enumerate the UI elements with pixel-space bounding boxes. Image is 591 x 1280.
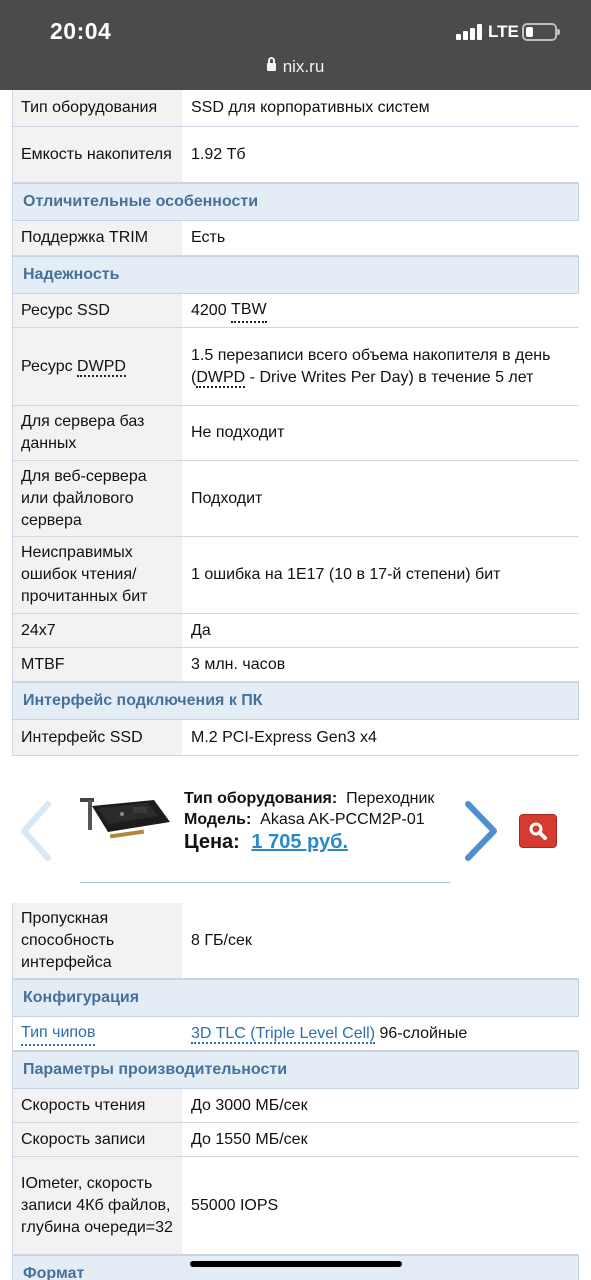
spec-value: 55000 IOPS [191,1196,279,1214]
spec-label: 24x7 [13,614,183,647]
spec-value: 1.5 перезаписи всего объема накопителя в… [183,328,579,405]
model-value: Akasa AK-PCCM2P-01 [260,811,425,828]
search-button[interactable] [519,814,557,848]
status-time: 20:04 [50,18,112,44]
spec-label: Пропускная способность интерфейса [13,903,183,978]
spec-value: M.2 PCI-Express Gen3 x4 [191,728,377,746]
type-value: Переходник [346,790,435,807]
spec-value: 1 ошибка на 1E17 (10 в 17-й степени) бит [191,566,501,583]
url-text: nix.ru [282,57,325,76]
url-bar[interactable]: nix.ru [0,57,591,77]
home-indicator[interactable] [190,1261,402,1267]
product-image[interactable] [78,792,174,840]
section-header-interface: Интерфейс подключения к ПК [13,682,579,720]
table-row: Для веб-сервера или файлового сервера По… [13,461,579,537]
table-row: Пропускная способность интерфейса 8 ГБ/с… [13,903,579,979]
spec-table: Тип оборудования SSD для корпоративных с… [12,90,579,1280]
price-label: Цена: [184,831,240,853]
spec-value: 3D TLC (Triple Level Cell) 96-слойные [183,1017,579,1050]
spec-value: До 1550 МБ/сек [191,1130,308,1148]
value-text: 4200 [191,301,232,319]
battery-icon [522,23,560,41]
type-label: Тип оборудования: [184,790,338,807]
table-row: MTBF 3 млн. часов [13,648,579,682]
table-row: 24x7 Да [13,614,579,648]
spec-value: 4200 TBW [183,294,579,327]
spec-value: 8 ГБ/сек [191,931,252,949]
table-row: Для сервера баз данных Не подходит [13,406,579,461]
lock-icon [266,57,276,71]
spec-value: 3 млн. часов [191,655,286,673]
value-text: - Drive Writes Per Day) в течение 5 лет [245,368,534,386]
spec-label: MTBF [13,648,183,681]
spec-label: Емкость накопителя [13,127,183,182]
value-text: 96-слойные [375,1024,468,1042]
section-header-config: Конфигурация [13,979,579,1017]
chip-type-link[interactable]: Тип чипов [21,1022,96,1046]
network-type: LTE [488,22,519,41]
table-row: Ресурс SSD 4200 TBW [13,294,579,328]
dwpd-term[interactable]: DWPD [77,357,126,377]
spec-label: Интерфейс SSD [13,720,183,755]
price-link[interactable]: 1 705 руб. [251,831,348,853]
product-info: Тип оборудования: Переходник Модель: Aka… [184,788,459,853]
section-header-reliability: Надежность [13,256,579,294]
tbw-term[interactable]: TBW [231,299,267,323]
spec-value: Есть [191,229,226,246]
table-row: Интерфейс SSD M.2 PCI-Express Gen3 x4 [13,720,579,756]
spec-value: Подходит [191,489,263,507]
spec-label: Скорость записи [13,1123,183,1156]
spec-value: SSD для корпоративных систем [191,99,430,116]
spec-label: Ресурс SSD [13,294,183,327]
chevron-right-icon[interactable] [462,800,500,862]
spec-value: Не подходит [191,424,285,441]
spec-value: 1.92 Тб [191,145,246,163]
table-row: Поддержка TRIM Есть [13,221,579,256]
table-row: IOmeter, скорость записи 4Кб файлов, глу… [13,1157,579,1255]
spec-label: Для сервера баз данных [13,406,183,460]
product-carousel: Тип оборудования: Переходник Модель: Aka… [0,756,591,903]
table-row: Скорость записи До 1550 МБ/сек [13,1123,579,1157]
table-row: Емкость накопителя 1.92 Тб [13,127,579,183]
section-header-format: Формат [13,1255,579,1280]
table-row: Ресурс DWPD 1.5 перезаписи всего объема … [13,328,579,406]
spec-label: Тип оборудования [13,90,183,126]
browser-top-bar: 20:04 LTE nix.ru [0,0,591,90]
spec-label: Скорость чтения [13,1089,183,1122]
table-row: Тип оборудования SSD для корпоративных с… [13,90,579,127]
section-header-performance: Параметры производительности [13,1051,579,1089]
cellular-signal-icon [456,24,482,40]
dwpd-term[interactable]: DWPD [196,368,246,388]
spec-label: Ресурс DWPD [13,328,183,405]
tlc-link[interactable]: 3D TLC (Triple Level Cell) [191,1024,376,1044]
spec-label: IOmeter, скорость записи 4Кб файлов, глу… [13,1157,183,1254]
label-text: Ресурс [21,357,78,375]
table-row: Неисправимых ошибок чтения/ прочитанных … [13,537,579,614]
spec-label: Поддержка TRIM [13,221,183,255]
table-row: Тип чипов 3D TLC (Triple Level Cell) 96-… [13,1017,579,1051]
spec-label: Для веб-сервера или файлового сервера [13,461,183,536]
spec-label: Тип чипов [13,1017,183,1050]
model-label: Модель: [184,811,252,828]
spec-value: До 3000 МБ/сек [191,1096,308,1114]
spec-value: Да [191,621,211,639]
chevron-left-icon[interactable] [18,800,52,862]
magnifier-icon [529,822,547,840]
table-row: Скорость чтения До 3000 МБ/сек [13,1089,579,1123]
spec-label: Неисправимых ошибок чтения/ прочитанных … [13,537,183,613]
section-header-features: Отличительные особенности [13,183,579,221]
carousel-divider [80,882,450,883]
